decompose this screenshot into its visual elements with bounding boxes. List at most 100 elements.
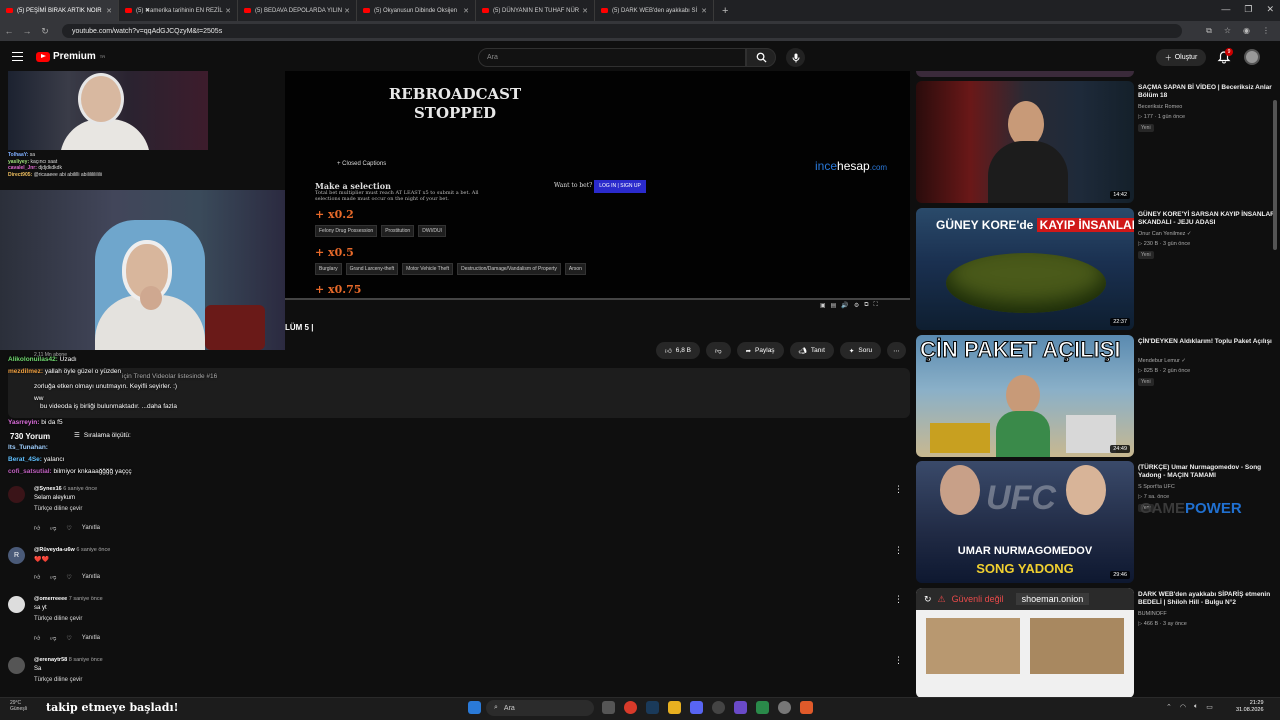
back-icon[interactable]: ←: [0, 26, 18, 36]
close-tab-icon[interactable]: ✕: [701, 7, 707, 15]
bookmark-star-icon[interactable]: ☆: [1224, 26, 1231, 36]
video-thumbnail[interactable]: ↻ ⚠ Güvenli değil shoeman.onion: [916, 588, 1134, 698]
ask-button[interactable]: ✦ Soru: [839, 342, 882, 359]
comment-time[interactable]: 7 saniye önce: [69, 596, 103, 602]
comment-author[interactable]: @erenaytr58: [34, 657, 67, 663]
video-title[interactable]: (TÜRKÇE) Umar Nurmagomedov - Song Yadong…: [1138, 464, 1278, 480]
profile-icon[interactable]: ◉: [1243, 26, 1250, 36]
chrome-icon[interactable]: [624, 701, 637, 714]
app-icon[interactable]: [800, 701, 813, 714]
description-more[interactable]: bu videoda iş birliği bulunmaktadır. ...…: [40, 403, 177, 410]
translate-link[interactable]: Türkçe diline çevir: [34, 616, 82, 622]
create-button[interactable]: ＋ Oluştur: [1156, 49, 1206, 66]
close-tab-icon[interactable]: ✕: [225, 7, 231, 15]
heart-icon[interactable]: ♡: [66, 574, 71, 581]
search-input[interactable]: Ara: [478, 48, 746, 67]
reply-button[interactable]: Yanıtla: [82, 574, 100, 580]
app-icon[interactable]: [734, 701, 747, 714]
comment-time[interactable]: 6 saniye önce: [76, 547, 110, 553]
settings-icon[interactable]: [778, 701, 791, 714]
recommended-video[interactable]: ↻ ⚠ Güvenli değil shoeman.onion DARK WEB…: [916, 588, 1276, 698]
file-explorer-icon[interactable]: [668, 701, 681, 714]
dislike-comment-icon[interactable]: 👎︎: [50, 524, 56, 532]
reload-icon[interactable]: ↻: [36, 26, 54, 37]
channel-name[interactable]: BUMINOFF: [1138, 611, 1167, 617]
voice-search-button[interactable]: [786, 48, 805, 67]
battery-icon[interactable]: ▭: [1206, 703, 1213, 711]
sort-comments-button[interactable]: ☰ Sıralama ölçütü:: [74, 431, 131, 440]
commenter-avatar[interactable]: [8, 486, 25, 503]
browser-tab[interactable]: (5) Okyanusun Dibinde Oksijen ✕: [357, 0, 476, 21]
comment-menu-icon[interactable]: ⋮: [894, 594, 903, 605]
wifi-icon[interactable]: ◠: [1180, 703, 1186, 711]
task-view-icon[interactable]: [602, 701, 615, 714]
browser-tab[interactable]: (5) DARK WEB'den ayakkabı Sİ ✕: [595, 0, 714, 21]
discord-icon[interactable]: [690, 701, 703, 714]
url-field[interactable]: youtube.com/watch?v=qqAdGJCQzyM&t=2505s: [62, 24, 1182, 38]
subtitles-icon[interactable]: ▤: [831, 302, 837, 309]
hamburger-menu-icon[interactable]: [12, 52, 23, 61]
video-thumbnail[interactable]: GÜNEY KORE'de KAYIP İNSANLAR 22:37: [916, 208, 1134, 330]
channel-name[interactable]: S Sport'ta UFC: [1138, 484, 1175, 490]
fullscreen-icon[interactable]: ⛶: [874, 302, 878, 309]
recommended-video[interactable]: 14:42 SAÇMA SAPAN Bİ VİDEO | Beceriksiz …: [916, 81, 1276, 203]
dislike-button[interactable]: 👎︎: [705, 342, 731, 359]
channel-name[interactable]: Onur Can Yenilmez ✓: [1138, 231, 1192, 237]
close-tab-icon[interactable]: ✕: [344, 7, 350, 15]
autoplay-toggle-icon[interactable]: ▣: [820, 302, 826, 309]
obs-icon[interactable]: [712, 701, 725, 714]
like-button[interactable]: 👍︎ 6,8 B: [656, 342, 700, 359]
windows-start-icon[interactable]: [468, 701, 481, 714]
video-progress-bar[interactable]: [285, 298, 910, 300]
reply-button[interactable]: Yanıtla: [82, 635, 100, 641]
commenter-avatar[interactable]: [8, 657, 25, 674]
account-avatar[interactable]: [1244, 49, 1260, 65]
comment-time[interactable]: 8 saniye önce: [69, 657, 103, 663]
comment-menu-icon[interactable]: ⋮: [894, 545, 903, 556]
browser-tab[interactable]: (5) PEŞİMİ BIRAK ARTIK NOIR ✕: [0, 0, 119, 21]
page-scrollbar[interactable]: [1273, 100, 1277, 250]
video-title[interactable]: DARK WEB'den ayakkabı SİPARİŞ etmenin BE…: [1138, 591, 1278, 607]
maximize-icon[interactable]: ❐: [1244, 4, 1252, 15]
comment-author[interactable]: @Rüveyda-u6w: [34, 547, 75, 553]
promote-button[interactable]: 📣︎ Tanıt: [789, 342, 834, 359]
close-window-icon[interactable]: ✕: [1266, 4, 1274, 15]
more-options-icon[interactable]: ⋮: [1262, 26, 1270, 36]
settings-gear-icon[interactable]: ⚙: [854, 302, 859, 309]
taskbar-search[interactable]: ⌕ Ara: [486, 700, 594, 716]
recommended-video[interactable]: ÇİN PAKET AÇILIŞI 24:49 ÇİN'DEYKEN Aldık…: [916, 335, 1276, 457]
commenter-avatar[interactable]: R: [8, 547, 25, 564]
video-player[interactable]: REBROADCAST STOPPED + Closed Captions Mak…: [285, 71, 910, 299]
minimize-icon[interactable]: —: [1221, 4, 1230, 15]
weather-widget[interactable]: 29°C Güneşli: [10, 700, 27, 712]
video-thumbnail[interactable]: UFC UMAR NURMAGOMEDOV SONG YADONG 29:46: [916, 461, 1134, 583]
chevron-up-icon[interactable]: ⌃: [1166, 703, 1172, 711]
video-thumbnail[interactable]: ÇİN PAKET AÇILIŞI 24:49: [916, 335, 1134, 457]
steam-icon[interactable]: [646, 701, 659, 714]
recommended-video[interactable]: GÜNEY KORE'de KAYIP İNSANLAR 22:37 GÜNEY…: [916, 208, 1276, 330]
translate-link[interactable]: Türkçe diline çevir: [34, 677, 82, 683]
spotify-icon[interactable]: [756, 701, 769, 714]
more-actions-button[interactable]: ⋯: [887, 342, 906, 359]
channel-name[interactable]: Beceriksiz Romeo: [1138, 104, 1182, 110]
commenter-avatar[interactable]: [8, 596, 25, 613]
like-comment-icon[interactable]: 👍︎: [34, 573, 40, 581]
close-tab-icon[interactable]: ✕: [106, 7, 112, 15]
forward-icon[interactable]: →: [18, 26, 36, 36]
comment-author[interactable]: @Synex16: [34, 486, 62, 492]
heart-icon[interactable]: ♡: [66, 635, 71, 642]
video-title[interactable]: SAÇMA SAPAN Bİ VİDEO | Beceriksiz Anlar …: [1138, 84, 1278, 100]
close-tab-icon[interactable]: ✕: [463, 7, 469, 15]
video-title[interactable]: GÜNEY KORE'Yİ SARSAN KAYIP İNSANLAR SKAN…: [1138, 211, 1278, 227]
volume-icon[interactable]: 🔊: [841, 302, 848, 309]
comment-time[interactable]: 6 saniye önce: [63, 486, 97, 492]
channel-name[interactable]: Mendebur Lemur ✓: [1138, 358, 1186, 364]
like-comment-icon[interactable]: 👍︎: [34, 524, 40, 532]
miniplayer-icon[interactable]: ⧉: [864, 302, 868, 309]
reply-button[interactable]: Yanıtla: [82, 525, 100, 531]
like-comment-icon[interactable]: 👍︎: [34, 634, 40, 642]
browser-tab[interactable]: (5) BEDAVA DEPOLARDA YILIN ✕: [238, 0, 357, 21]
speaker-icon[interactable]: 🔈︎: [1194, 703, 1198, 711]
browser-tab[interactable]: (5) ✖amerika tarihinin EN REZİL ✕: [119, 0, 238, 21]
comment-author[interactable]: @omerreeee: [34, 596, 67, 602]
